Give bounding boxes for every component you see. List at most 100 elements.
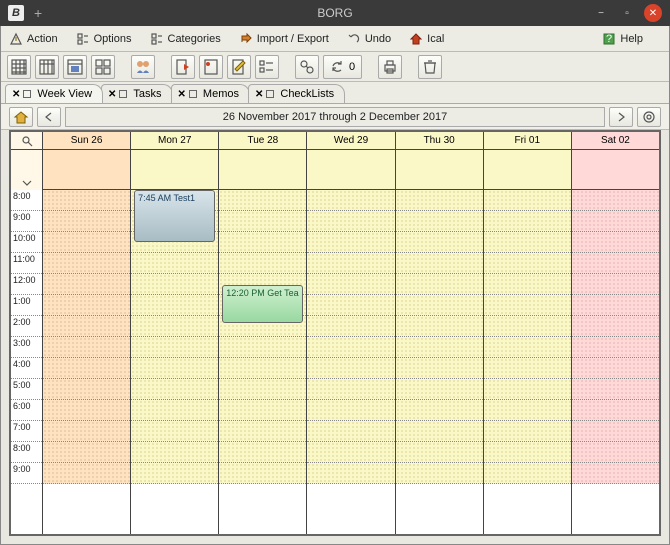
tab-label: CheckLists bbox=[280, 88, 334, 100]
trash-icon bbox=[422, 59, 438, 75]
tab-label: Memos bbox=[203, 88, 239, 100]
tab-checklists[interactable]: ✕ CheckLists bbox=[248, 84, 345, 103]
month-view-button[interactable] bbox=[7, 55, 31, 79]
day-view-button[interactable] bbox=[63, 55, 87, 79]
time-label: 1:00 bbox=[11, 295, 42, 316]
menu-label: Import / Export bbox=[257, 33, 329, 45]
day-header[interactable]: Fri 01 bbox=[484, 132, 572, 149]
chevron-right-icon bbox=[614, 110, 628, 124]
tab-close-icon[interactable]: ✕ bbox=[178, 89, 186, 100]
undo-icon bbox=[347, 32, 361, 46]
day-column[interactable]: 7:45 AM Test1 bbox=[131, 190, 219, 534]
delete-button[interactable] bbox=[418, 55, 442, 79]
time-label: 3:00 bbox=[11, 337, 42, 358]
day-column[interactable] bbox=[307, 190, 395, 534]
menu-ical[interactable]: Ical bbox=[409, 32, 444, 46]
day-header[interactable]: Tue 28 bbox=[219, 132, 307, 149]
memo-icon bbox=[203, 59, 219, 75]
target-icon bbox=[642, 110, 656, 124]
time-label: 9:00 bbox=[11, 211, 42, 232]
day-header[interactable]: Wed 29 bbox=[307, 132, 395, 149]
tab-close-icon[interactable]: ✕ bbox=[255, 89, 263, 100]
day-header[interactable]: Mon 27 bbox=[131, 132, 219, 149]
day-header[interactable]: Sun 26 bbox=[43, 132, 131, 149]
menu-label: Undo bbox=[365, 33, 391, 45]
menu-undo[interactable]: Undo bbox=[347, 32, 391, 46]
day-column[interactable] bbox=[484, 190, 572, 534]
time-label: 10:00 bbox=[11, 232, 42, 253]
toolbar: 0 bbox=[1, 52, 669, 82]
date-range-label: 26 November 2017 through 2 December 2017 bbox=[65, 107, 605, 127]
menu-label: Ical bbox=[427, 33, 444, 45]
time-label: 4:00 bbox=[11, 358, 42, 379]
page-next-icon bbox=[175, 59, 191, 75]
checklist-button[interactable] bbox=[255, 55, 279, 79]
menu-label: Categories bbox=[168, 33, 221, 45]
day-header[interactable]: Sat 02 bbox=[572, 132, 659, 149]
maximize-button[interactable]: ▫ bbox=[618, 4, 636, 22]
menu-action[interactable]: Action bbox=[9, 32, 58, 46]
chevron-down-icon bbox=[21, 178, 33, 188]
tab-detach-icon[interactable] bbox=[189, 90, 197, 98]
day-column[interactable] bbox=[572, 190, 659, 534]
home-icon bbox=[409, 32, 423, 46]
tab-close-icon[interactable]: ✕ bbox=[108, 89, 116, 100]
menu-options[interactable]: Options bbox=[76, 32, 132, 46]
allday-cell[interactable] bbox=[484, 150, 572, 189]
allday-cell[interactable] bbox=[572, 150, 659, 189]
edit-button[interactable] bbox=[227, 55, 251, 79]
tab-week-view[interactable]: ✕Week View bbox=[5, 84, 103, 103]
menubar: Action Options Categories Import / Expor… bbox=[1, 26, 669, 52]
window-title: BORG bbox=[317, 6, 352, 20]
year-view-button[interactable] bbox=[91, 55, 115, 79]
sync-count-button[interactable]: 0 bbox=[323, 55, 362, 79]
time-label: 5:00 bbox=[11, 379, 42, 400]
address-book-button[interactable] bbox=[131, 55, 155, 79]
import-export-icon bbox=[239, 32, 253, 46]
allday-cell[interactable] bbox=[219, 150, 307, 189]
menu-categories[interactable]: Categories bbox=[150, 32, 221, 46]
tab-tasks[interactable]: ✕Tasks bbox=[101, 84, 173, 103]
new-tab-button[interactable]: + bbox=[34, 5, 42, 21]
close-button[interactable]: ✕ bbox=[644, 4, 662, 22]
day-column[interactable] bbox=[396, 190, 484, 534]
menu-label: Action bbox=[27, 33, 58, 45]
next-week-button[interactable] bbox=[609, 107, 633, 127]
calendar-event[interactable]: 12:20 PM Get Tea bbox=[222, 285, 303, 323]
day-header[interactable]: Thu 30 bbox=[396, 132, 484, 149]
calendar-event[interactable]: 7:45 AM Test1 bbox=[134, 190, 215, 242]
time-column: 8:009:0010:0011:0012:001:002:003:004:005… bbox=[11, 190, 43, 534]
tab-detach-icon[interactable] bbox=[119, 90, 127, 98]
goto-date-button[interactable] bbox=[637, 107, 661, 127]
tab-detach-icon[interactable] bbox=[23, 90, 31, 98]
allday-toggle[interactable] bbox=[11, 150, 43, 190]
allday-cell[interactable] bbox=[396, 150, 484, 189]
tab-memos[interactable]: ✕ Memos bbox=[171, 84, 250, 103]
week-view-button[interactable] bbox=[35, 55, 59, 79]
checklist-icon bbox=[259, 59, 275, 75]
menu-import-export[interactable]: Import / Export bbox=[239, 32, 329, 46]
day-column[interactable]: 12:20 PM Get Tea bbox=[219, 190, 307, 534]
home-icon bbox=[13, 110, 29, 124]
menu-label: Help bbox=[620, 33, 643, 45]
memos-button[interactable] bbox=[199, 55, 223, 79]
edit-icon bbox=[231, 59, 247, 75]
minimize-button[interactable]: − bbox=[592, 4, 610, 22]
print-icon bbox=[382, 59, 398, 75]
day-column[interactable] bbox=[43, 190, 131, 534]
menu-help[interactable]: ? Help bbox=[602, 32, 643, 46]
allday-cell[interactable] bbox=[307, 150, 395, 189]
prev-week-button[interactable] bbox=[37, 107, 61, 127]
search-button[interactable] bbox=[295, 55, 319, 79]
time-label: 9:00 bbox=[11, 463, 42, 484]
menu-label: Options bbox=[94, 33, 132, 45]
svg-text:?: ? bbox=[606, 33, 612, 45]
tasks-button[interactable] bbox=[171, 55, 195, 79]
tab-detach-icon[interactable] bbox=[266, 90, 274, 98]
tab-close-icon[interactable]: ✕ bbox=[12, 89, 20, 100]
zoom-corner[interactable] bbox=[11, 132, 43, 149]
allday-cell[interactable] bbox=[131, 150, 219, 189]
allday-cell[interactable] bbox=[43, 150, 131, 189]
goto-today-button[interactable] bbox=[9, 107, 33, 127]
print-button[interactable] bbox=[378, 55, 402, 79]
